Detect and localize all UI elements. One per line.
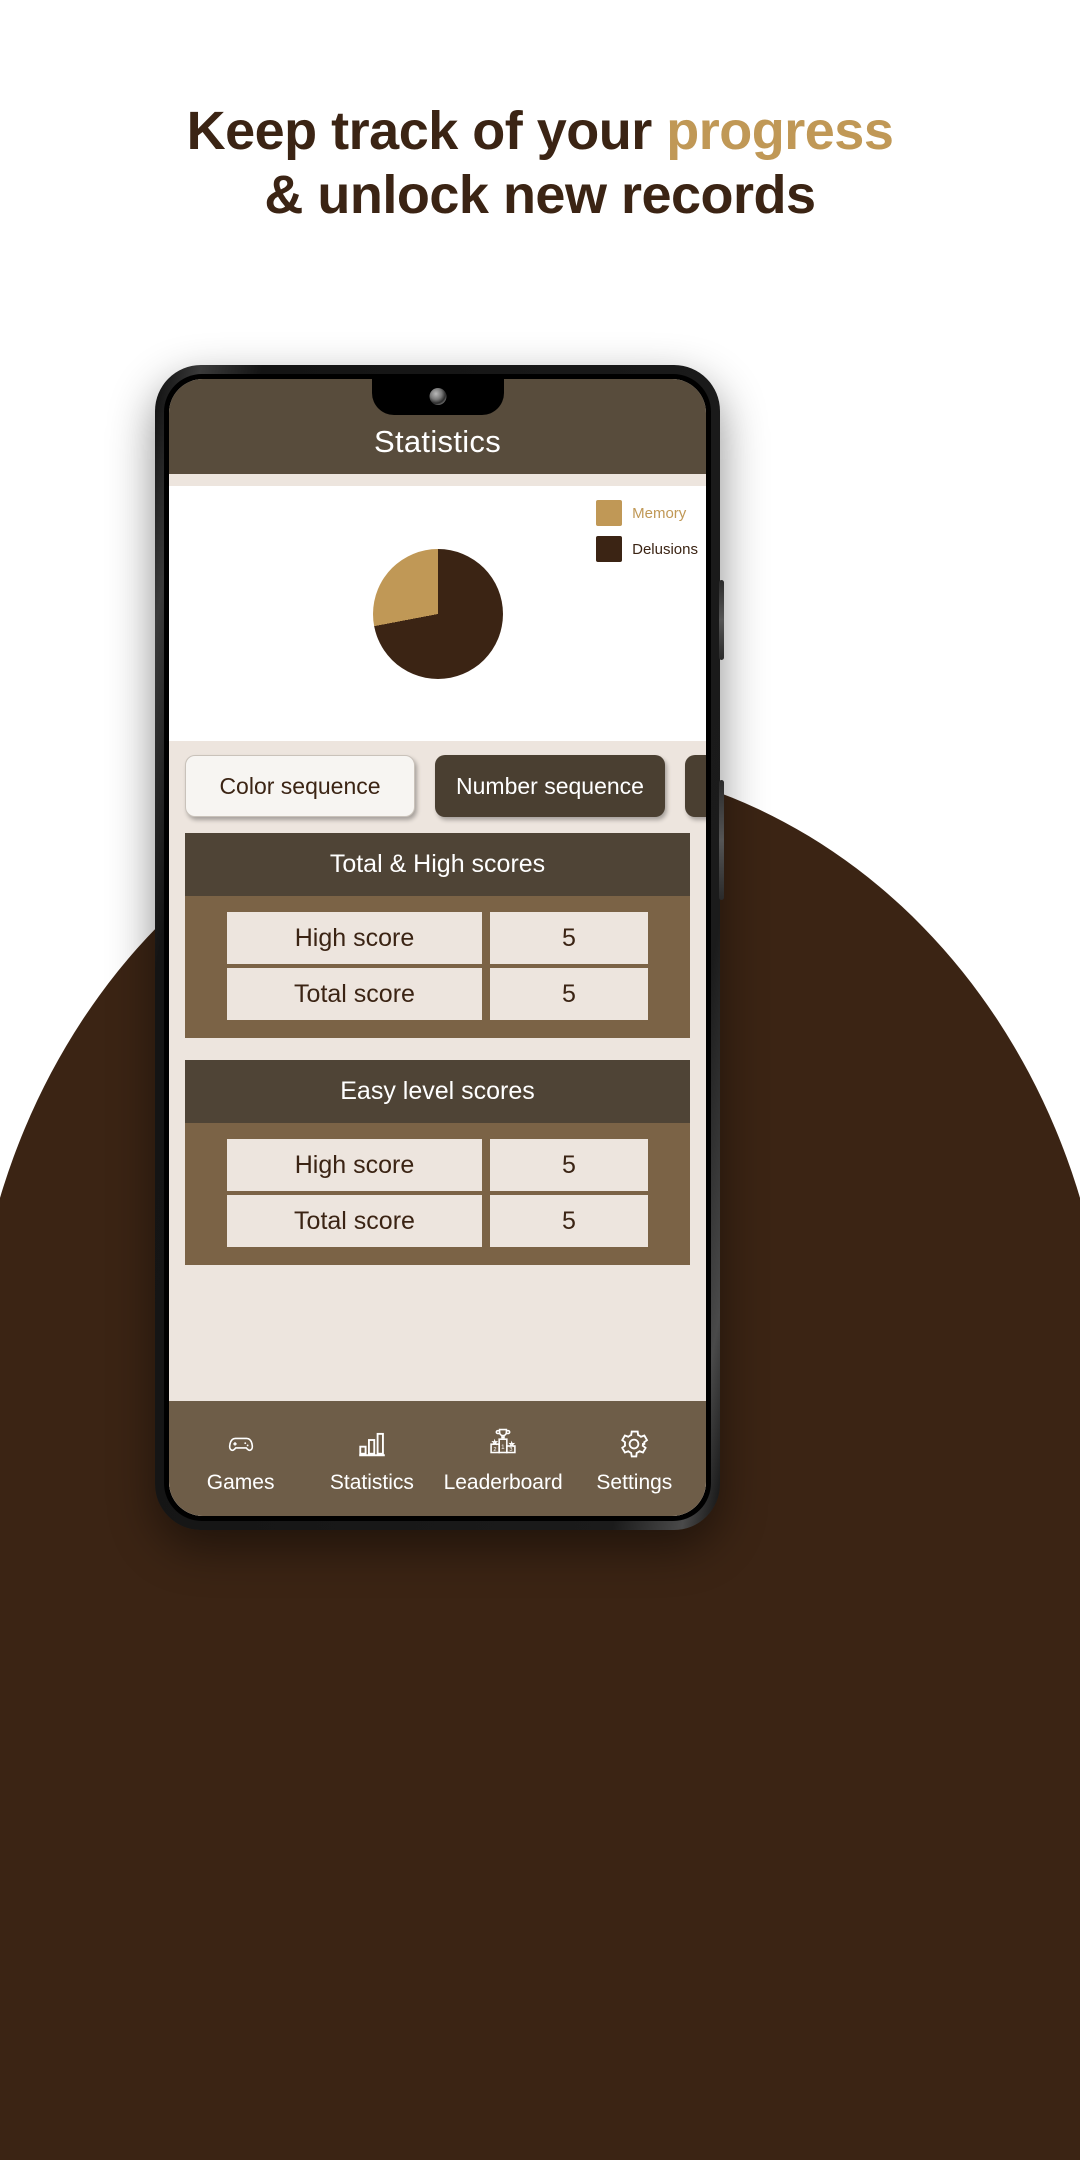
- game-mode-tabs[interactable]: Color sequence Number sequence: [169, 741, 706, 833]
- nav-label-games: Games: [206, 1470, 275, 1494]
- camera-notch: [371, 379, 504, 415]
- legend-label-memory: Memory: [632, 504, 687, 522]
- gamepad-icon: [219, 1423, 263, 1465]
- score-value-high-easy: 5: [490, 1139, 648, 1191]
- nav-label-settings: Settings: [596, 1470, 673, 1494]
- power-button[interactable]: [719, 780, 724, 900]
- tab-next-partial[interactable]: [685, 755, 706, 817]
- score-row: High score 5: [227, 1139, 648, 1191]
- nav-item-leaderboard[interactable]: 1 2 3 Leaderboard: [438, 1423, 569, 1495]
- score-value-total-easy: 5: [490, 1195, 648, 1247]
- pie-chart: [372, 548, 503, 679]
- legend-swatch-memory: [596, 500, 623, 526]
- podium-icon: 1 2 3: [481, 1423, 525, 1465]
- volume-button[interactable]: [719, 580, 724, 660]
- svg-text:3: 3: [509, 1447, 512, 1453]
- score-row: High score 5: [227, 912, 648, 964]
- panel-total-high-scores: Total & High scores High score 5 Total s…: [185, 833, 690, 1038]
- front-camera-icon: [429, 388, 446, 405]
- page-headline: Keep track of your progress & unlock new…: [0, 100, 1080, 227]
- nav-label-statistics: Statistics: [329, 1470, 414, 1494]
- pie-chart-shape: [372, 548, 503, 679]
- legend-item-delusions: Delusions: [596, 536, 698, 562]
- nav-item-settings[interactable]: Settings: [569, 1423, 700, 1495]
- score-row: Total score 5: [227, 1195, 648, 1247]
- score-value-total: 5: [490, 968, 648, 1020]
- score-value-high: 5: [490, 912, 648, 964]
- phone-bezel: Statistics Memory Delusions Color sequen…: [164, 374, 711, 1521]
- app-content: Memory Delusions Color sequence Number s…: [169, 474, 706, 1516]
- score-label-high-easy: High score: [227, 1139, 482, 1191]
- score-label-total-easy: Total score: [227, 1195, 482, 1247]
- gear-icon: [612, 1423, 656, 1465]
- panel-title-total-high: Total & High scores: [185, 833, 690, 896]
- panel-title-easy: Easy level scores: [185, 1060, 690, 1123]
- page-title: Statistics: [373, 424, 502, 459]
- content-spacer: [169, 1287, 706, 1401]
- panel-easy-level-scores: Easy level scores High score 5 Total sco…: [185, 1060, 690, 1265]
- headline-line1-accent: progress: [666, 101, 894, 161]
- panel-body-easy: High score 5 Total score 5: [185, 1123, 690, 1265]
- legend-swatch-delusions: [596, 536, 623, 562]
- panel-body-total-high: High score 5 Total score 5: [185, 896, 690, 1038]
- score-label-total: Total score: [227, 968, 482, 1020]
- tab-color-sequence[interactable]: Color sequence: [185, 755, 415, 817]
- phone-frame: Statistics Memory Delusions Color sequen…: [155, 365, 724, 1530]
- nav-item-games[interactable]: Games: [175, 1423, 306, 1495]
- statistics-pie-chart-card: Memory Delusions: [169, 486, 706, 741]
- score-label-high: High score: [227, 912, 482, 964]
- phone-mockup: Statistics Memory Delusions Color sequen…: [155, 365, 724, 1530]
- legend-label-delusions: Delusions: [632, 540, 698, 558]
- nav-item-statistics[interactable]: Statistics: [306, 1423, 437, 1495]
- svg-text:1: 1: [501, 1444, 505, 1451]
- score-row: Total score 5: [227, 968, 648, 1020]
- bottom-navigation: Games Statistics 1 2 3 Leaderboard Setti…: [169, 1401, 706, 1516]
- nav-label-leaderboard: Leaderboard: [443, 1470, 563, 1494]
- legend-item-memory: Memory: [596, 500, 698, 526]
- bar-chart-icon: [350, 1423, 394, 1465]
- phone-screen: Statistics Memory Delusions Color sequen…: [169, 379, 706, 1516]
- svg-text:2: 2: [493, 1446, 496, 1452]
- chart-legend: Memory Delusions: [596, 500, 698, 562]
- headline-line1-plain: Keep track of your: [186, 101, 667, 161]
- tab-number-sequence[interactable]: Number sequence: [435, 755, 665, 817]
- headline-line2: & unlock new records: [264, 164, 816, 225]
